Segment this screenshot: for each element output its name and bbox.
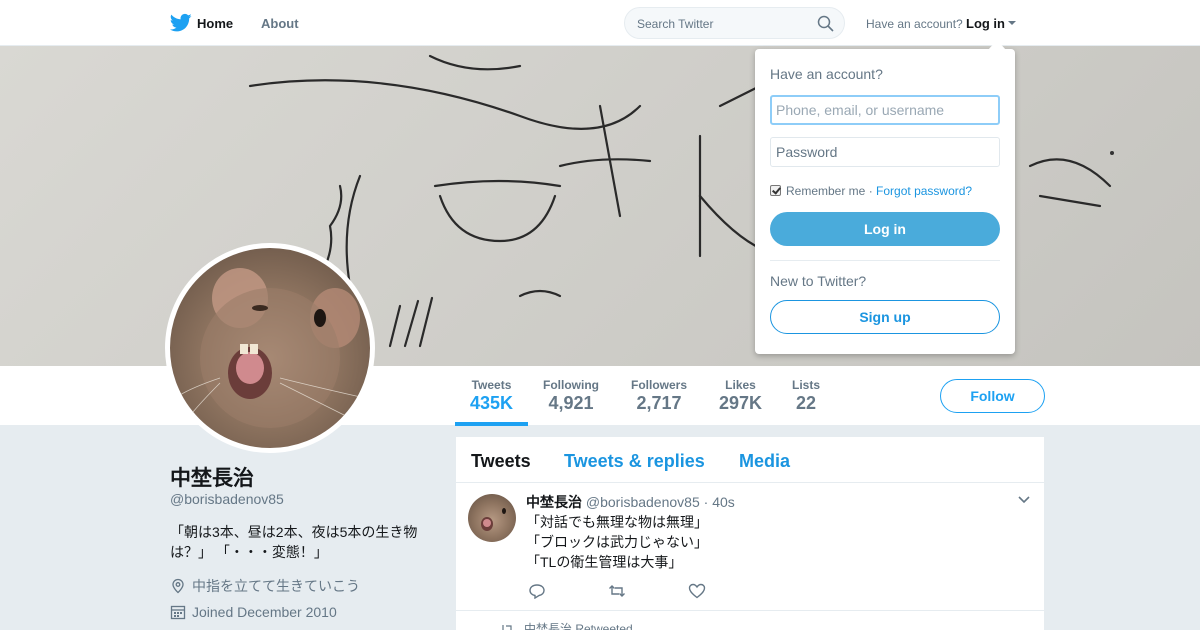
stat-label: Likes (725, 378, 756, 392)
follow-button[interactable]: Follow (940, 379, 1045, 413)
search-input[interactable]: Search Twitter (624, 7, 845, 39)
retweet-small-icon (502, 625, 512, 630)
login-button[interactable]: Log in (770, 212, 1000, 246)
forgot-password-link[interactable]: Forgot password? (876, 184, 972, 198)
remember-checkbox[interactable] (770, 185, 781, 196)
login-dropdown-toggle[interactable]: Log in (966, 16, 1005, 31)
retweet-icon[interactable] (608, 583, 626, 599)
location-icon (172, 578, 184, 594)
tab-media[interactable]: Media (739, 451, 790, 472)
timeline-tabs: Tweets Tweets & replies Media (456, 437, 1044, 483)
stat-value: 22 (795, 393, 817, 413)
top-nav: Home About Search Twitter Have an accoun… (0, 0, 1200, 46)
stat-value: 435K (470, 393, 514, 413)
tweet-divider (456, 610, 1044, 611)
tweet-line: 「対話でも無理な物は無理」 (526, 514, 708, 530)
tweet-author-name[interactable]: 中埜長治 (526, 494, 582, 510)
stat-lists[interactable]: Lists 22 (792, 378, 820, 414)
tweet-header: 中埜長治 @borisbadenov85 · 40s (526, 492, 735, 512)
joined-text: Joined December 2010 (192, 604, 337, 620)
stat-label: Lists (792, 378, 821, 392)
stat-tweets[interactable]: Tweets 435K (470, 378, 513, 414)
username-field[interactable]: Phone, email, or username (770, 95, 1000, 125)
profile-location: 中指を立てて生きていこう (170, 576, 360, 596)
tweet-author-handle[interactable]: @borisbadenov85 (586, 494, 700, 510)
stat-following[interactable]: Following 4,921 (543, 378, 599, 414)
dropdown-title: Have an account? (770, 66, 883, 82)
stat-likes[interactable]: Likes 297K (719, 378, 762, 414)
search-icon[interactable] (817, 15, 834, 32)
stat-value: 2,717 (636, 393, 682, 413)
twitter-bird-icon[interactable] (170, 13, 192, 33)
login-dropdown: Have an account? Phone, email, or userna… (755, 49, 1015, 354)
stat-label: Tweets (471, 378, 512, 392)
timeline: Tweets Tweets & replies Media 中埜長治 @bori… (456, 437, 1044, 630)
remember-row: Remember me · Forgot password? (770, 184, 972, 198)
location-text: 中指を立てて生きていこう (192, 578, 360, 594)
stat-value: 4,921 (548, 393, 594, 413)
remember-label[interactable]: Remember me (786, 184, 865, 198)
calendar-icon (170, 605, 186, 620)
tweet-text: 「対話でも無理な物は無理」 「ブロックは武力じゃない」 「TLの衛生管理は大事」 (526, 512, 708, 572)
caret-down-icon[interactable] (1008, 21, 1016, 25)
nav-about-link[interactable]: About (261, 16, 299, 31)
tweet-timestamp[interactable]: · 40s (704, 494, 735, 510)
active-tab-indicator (455, 422, 528, 426)
stat-label: Followers (631, 378, 688, 392)
search-placeholder: Search Twitter (637, 17, 714, 31)
stat-label: Following (543, 378, 599, 392)
profile-bio: 「朝は3本、昼は2本、夜は5本の生き物は？」 「・・・変態！」 (170, 524, 418, 560)
new-to-twitter-text: New to Twitter? (770, 273, 867, 289)
stat-value: 297K (719, 393, 763, 413)
retweet-context-text[interactable]: 中埜長治 Retweeted (524, 622, 633, 630)
tweet-avatar-photo (481, 508, 506, 531)
tweet-line: 「TLの衛生管理は大事」 (526, 554, 683, 570)
have-account-text: Have an account? (866, 17, 963, 31)
retweet-context: 中埜長治 Retweeted (500, 620, 633, 630)
like-icon[interactable] (688, 583, 706, 599)
dropdown-caret (988, 40, 1006, 50)
profile-name[interactable]: 中埜長治 (170, 462, 254, 492)
tweet-avatar[interactable] (468, 494, 516, 542)
nav-home-link[interactable]: Home (197, 16, 233, 31)
avatar[interactable] (165, 243, 375, 453)
dropdown-divider (770, 260, 1000, 261)
profile-joined: Joined December 2010 (170, 604, 337, 620)
tab-tweets[interactable]: Tweets (471, 451, 531, 472)
signup-button[interactable]: Sign up (770, 300, 1000, 334)
profile-handle[interactable]: @borisbadenov85 (170, 491, 284, 507)
rat-photo (174, 268, 366, 429)
reply-icon[interactable] (528, 583, 546, 599)
chevron-down-icon[interactable] (1018, 496, 1030, 504)
tab-tweets-replies[interactable]: Tweets & replies (564, 451, 705, 472)
password-field[interactable]: Password (770, 137, 1000, 167)
stat-followers[interactable]: Followers 2,717 (631, 378, 687, 414)
tweet-line: 「ブロックは武力じゃない」 (526, 534, 708, 550)
separator-dot: · (868, 184, 873, 198)
